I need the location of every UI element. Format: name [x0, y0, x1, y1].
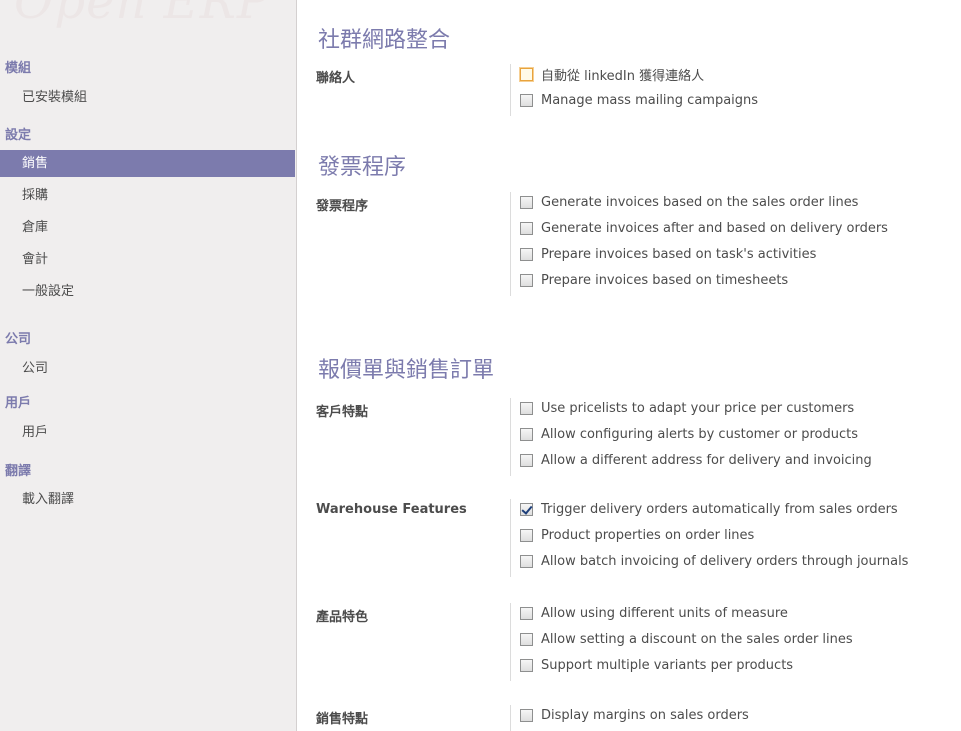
- group-label: 銷售特點: [316, 712, 369, 727]
- sidebar-section-title: 設定: [5, 128, 32, 143]
- option-row[interactable]: Allow using different units of measure: [520, 603, 788, 623]
- group-label: 發票程序: [316, 199, 369, 214]
- option-label: Display margins on sales orders: [541, 707, 749, 723]
- option-row[interactable]: Prepare invoices based on timesheets: [520, 270, 788, 290]
- sidebar-item[interactable]: 載入翻譯: [0, 486, 295, 513]
- sidebar: Open ERP 模組 已安裝模組 設定 銷售 採購 倉庫 會計 一般設定 公司 公司 用戶 用戶 翻譯…: [0, 0, 297, 731]
- group-label: Warehouse Features: [316, 502, 467, 517]
- option-label: Manage mass mailing campaigns: [541, 92, 759, 108]
- sidebar-item[interactable]: 會計: [0, 246, 295, 273]
- group-label: 產品特色: [316, 610, 369, 625]
- option-checkbox[interactable]: [520, 502, 533, 516]
- option-label: Product properties on order lines: [541, 527, 755, 543]
- option-label: Prepare invoices based on task's activit…: [541, 246, 817, 262]
- sidebar-item[interactable]: 已安裝模組: [0, 84, 295, 111]
- group-divider: [510, 499, 511, 577]
- settings-main: 社群網路整合聯絡人 自動從 linkedIn 獲得連絡人 Manage mass m…: [296, 0, 961, 731]
- group-divider: [510, 603, 511, 681]
- option-label: Allow setting a discount on the sales or…: [541, 631, 853, 647]
- sidebar-item[interactable]: 倉庫: [0, 214, 295, 241]
- option-checkbox[interactable]: [520, 632, 533, 646]
- group-divider: [510, 705, 511, 731]
- group-divider: [510, 398, 511, 476]
- sidebar-item[interactable]: 用戶: [0, 419, 295, 446]
- option-checkbox[interactable]: [520, 195, 533, 209]
- option-row[interactable]: Use pricelists to adapt your price per c…: [520, 398, 854, 418]
- option-row[interactable]: Product properties on order lines: [520, 525, 754, 545]
- option-row[interactable]: Display margins on sales orders: [520, 705, 749, 725]
- option-label: 自動從 linkedIn 獲得連絡人: [541, 68, 705, 84]
- option-checkbox[interactable]: [520, 401, 533, 415]
- option-row[interactable]: Manage mass mailing campaigns: [520, 90, 758, 110]
- option-label: Support multiple variants per products: [541, 657, 794, 673]
- option-row[interactable]: Allow setting a discount on the sales or…: [520, 629, 853, 649]
- option-checkbox[interactable]: [520, 606, 533, 620]
- option-checkbox[interactable]: [520, 93, 533, 107]
- option-checkbox[interactable]: [520, 273, 533, 287]
- option-row[interactable]: Support multiple variants per products: [520, 655, 793, 675]
- option-checkbox[interactable]: [520, 427, 533, 441]
- option-row[interactable]: Allow batch invoicing of delivery orders…: [520, 551, 908, 571]
- option-checkbox[interactable]: [520, 453, 533, 467]
- option-row[interactable]: Generate invoices based on the sales ord…: [520, 192, 858, 212]
- sidebar-item[interactable]: 一般設定: [0, 278, 295, 305]
- option-checkbox[interactable]: [520, 658, 533, 672]
- option-row[interactable]: Prepare invoices based on task's activit…: [520, 244, 816, 264]
- sidebar-item[interactable]: 公司: [0, 355, 295, 382]
- option-label: Generate invoices based on the sales ord…: [541, 194, 859, 210]
- option-label: Use pricelists to adapt your price per c…: [541, 400, 855, 416]
- option-label: Allow a different address for delivery a…: [541, 452, 872, 468]
- option-checkbox[interactable]: [520, 67, 533, 81]
- sidebar-section-title: 公司: [5, 332, 32, 347]
- option-label: Generate invoices after and based on del…: [541, 220, 888, 236]
- option-label: Allow using different units of measure: [541, 605, 788, 621]
- group-label: 客戶特點: [316, 405, 369, 420]
- option-checkbox[interactable]: [520, 221, 533, 235]
- section-heading: 報價單與銷售訂單: [318, 358, 495, 383]
- option-checkbox[interactable]: [520, 708, 533, 722]
- group-divider: [510, 64, 511, 116]
- option-label: Prepare invoices based on timesheets: [541, 272, 789, 288]
- sidebar-section-title: 用戶: [5, 396, 32, 411]
- option-label: Trigger delivery orders automatically fr…: [541, 501, 898, 517]
- section-heading: 發票程序: [318, 155, 407, 180]
- option-row[interactable]: Allow a different address for delivery a…: [520, 450, 872, 470]
- sidebar-item[interactable]: 採購: [0, 182, 295, 209]
- logo: Open ERP: [14, 0, 271, 30]
- option-row[interactable]: 自動從 linkedIn 獲得連絡人: [520, 64, 704, 84]
- option-row[interactable]: Generate invoices after and based on del…: [520, 218, 888, 238]
- sidebar-section-title: 模組: [5, 61, 32, 76]
- sidebar-item[interactable]: 銷售: [0, 150, 295, 177]
- option-row[interactable]: Trigger delivery orders automatically fr…: [520, 499, 898, 519]
- option-label: Allow batch invoicing of delivery orders…: [541, 553, 909, 569]
- sidebar-section-title: 翻譯: [5, 464, 32, 479]
- option-label: Allow configuring alerts by customer or …: [541, 426, 858, 442]
- section-heading: 社群網路整合: [318, 28, 451, 53]
- option-checkbox[interactable]: [520, 528, 533, 542]
- option-checkbox[interactable]: [520, 554, 533, 568]
- group-divider: [510, 192, 511, 296]
- group-label: 聯絡人: [316, 71, 356, 86]
- option-row[interactable]: Allow configuring alerts by customer or …: [520, 424, 858, 444]
- option-checkbox[interactable]: [520, 247, 533, 261]
